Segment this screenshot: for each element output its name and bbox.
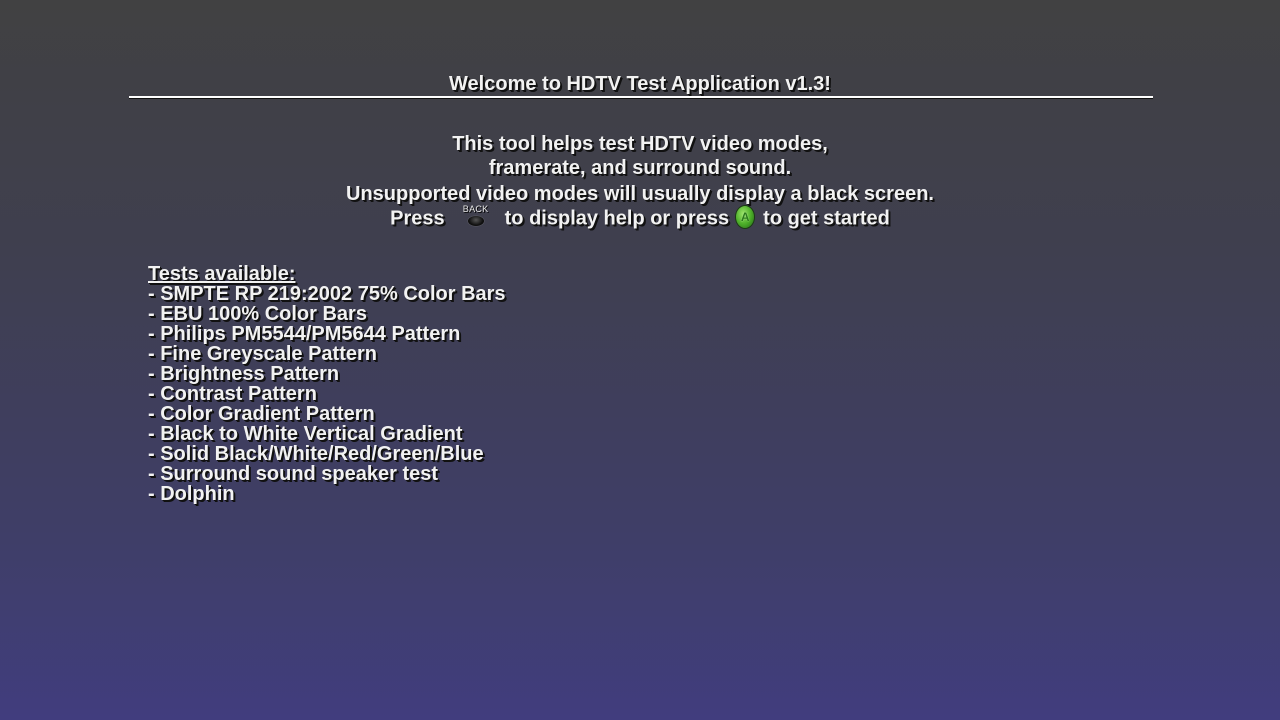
test-item: - EBU 100% Color Bars [148, 303, 367, 325]
test-item: - Philips PM5544/PM5644 Pattern [148, 323, 461, 345]
test-item: - Surround sound speaker test [148, 463, 439, 485]
test-item: - Dolphin [148, 483, 235, 505]
a-button-glyph: A [736, 206, 755, 228]
intro-line-3: Unsupported video modes will usually dis… [346, 183, 934, 205]
back-action-label: to display help or press [504, 207, 730, 230]
test-item: - SMPTE RP 219:2002 75% Color Bars [148, 283, 506, 305]
test-item: - Contrast Pattern [148, 383, 317, 405]
tests-heading: Tests available: [148, 263, 296, 285]
back-button-icon: BACK [459, 204, 493, 230]
test-item: - Solid Black/White/Red/Green/Blue [148, 443, 484, 465]
page-title: Welcome to HDTV Test Application v1.3! [449, 73, 831, 95]
intro-line-1: This tool helps test HDTV video modes, [452, 133, 828, 155]
intro-line-2: framerate, and surround sound. [488, 157, 792, 179]
intro-instructions: Press BACK to display help or press Ato get… [0, 204, 1280, 232]
test-item: - Brightness Pattern [148, 363, 340, 385]
test-item: - Black to White Vertical Gradient [148, 423, 463, 445]
a-button-icon: A [735, 205, 755, 229]
a-action-label: to get started [763, 207, 890, 230]
test-item: - Fine Greyscale Pattern [148, 343, 377, 365]
back-button-oval [467, 216, 484, 226]
title-divider [129, 96, 1153, 99]
tests-list: Tests available: - SMPTE RP 219:2002 75%… [148, 264, 506, 504]
back-button-label: BACK [462, 204, 489, 214]
test-item: - Color Gradient Pattern [148, 403, 375, 425]
press-label: Press [390, 207, 445, 230]
